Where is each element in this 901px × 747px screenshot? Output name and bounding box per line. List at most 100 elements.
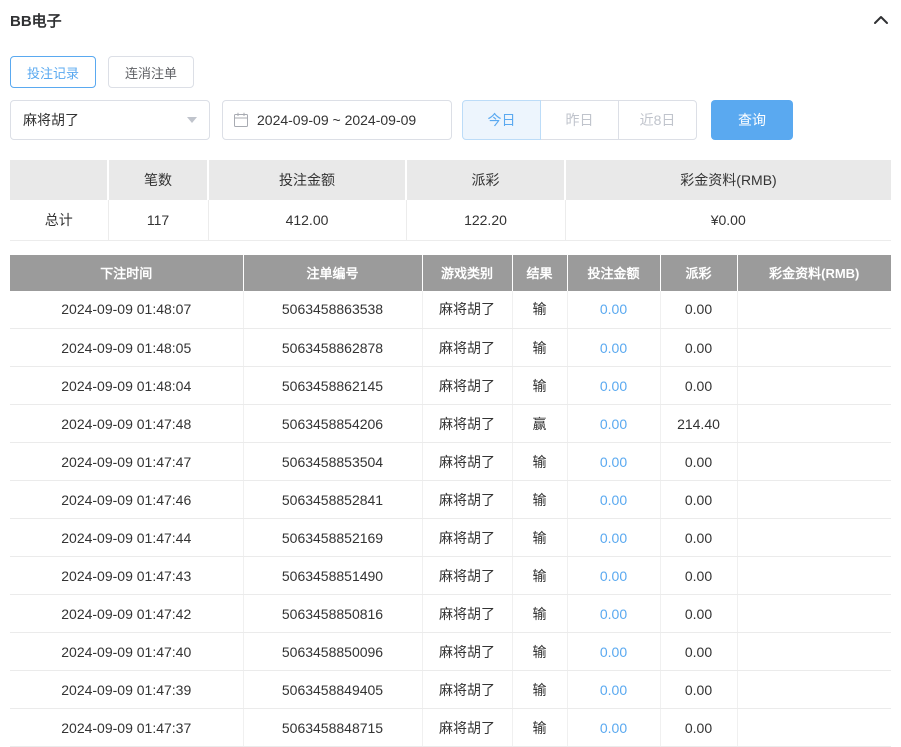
bet-amount-cell: 0.00	[567, 405, 660, 443]
payout-cell: 0.00	[660, 671, 737, 709]
bet-amount-link[interactable]: 0.00	[600, 530, 627, 546]
table-row: 2024-09-09 01:47:46 5063458852841 麻将胡了 输…	[10, 481, 891, 519]
game-type-cell: 麻将胡了	[422, 557, 512, 595]
result-cell: 输	[512, 595, 567, 633]
bet-time-cell: 2024-09-09 01:47:47	[10, 443, 243, 481]
bet-time-cell: 2024-09-09 01:47:43	[10, 557, 243, 595]
order-number-cell: 5063458862145	[243, 367, 422, 405]
game-select-value: 麻将胡了	[23, 110, 79, 130]
bet-amount-cell: 0.00	[567, 481, 660, 519]
result-cell: 输	[512, 443, 567, 481]
tab-chain-cancel-orders[interactable]: 连消注单	[108, 56, 194, 88]
summary-header-count: 笔数	[108, 160, 208, 200]
bet-amount-cell: 0.00	[567, 557, 660, 595]
bet-time-cell: 2024-09-09 01:47:46	[10, 481, 243, 519]
table-row: 2024-09-09 01:48:05 5063458862878 麻将胡了 输…	[10, 329, 891, 367]
bet-time-cell: 2024-09-09 01:47:42	[10, 595, 243, 633]
result-cell: 输	[512, 557, 567, 595]
payout-cell: 0.00	[660, 367, 737, 405]
payout-cell: 0.00	[660, 443, 737, 481]
table-row: 2024-09-09 01:47:42 5063458850816 麻将胡了 输…	[10, 595, 891, 633]
chevron-down-icon	[187, 117, 197, 123]
order-number-cell: 5063458852169	[243, 519, 422, 557]
game-type-cell: 麻将胡了	[422, 481, 512, 519]
summary-total-bonus: ¥0.00	[565, 200, 891, 240]
summary-total-bet-amount: 412.00	[208, 200, 406, 240]
bonus-cell	[737, 443, 891, 481]
bet-amount-cell: 0.00	[567, 709, 660, 747]
bet-time-cell: 2024-09-09 01:47:48	[10, 405, 243, 443]
table-row: 2024-09-09 01:48:07 5063458863538 麻将胡了 输…	[10, 291, 891, 329]
summary-header-row: 笔数 投注金额 派彩 彩金资料(RMB)	[10, 160, 891, 200]
game-type-cell: 麻将胡了	[422, 709, 512, 747]
payout-cell: 0.00	[660, 481, 737, 519]
bet-amount-cell: 0.00	[567, 367, 660, 405]
bet-amount-link[interactable]: 0.00	[600, 606, 627, 622]
result-cell: 输	[512, 633, 567, 671]
bet-amount-link[interactable]: 0.00	[600, 416, 627, 432]
chevron-up-icon	[873, 14, 889, 29]
payout-cell: 0.00	[660, 519, 737, 557]
betting-records-panel: BB电子 投注记录 连消注单 麻将胡了 2024-09-09 ~ 2024-09…	[0, 0, 901, 747]
payout-cell: 0.00	[660, 633, 737, 671]
bet-amount-link[interactable]: 0.00	[600, 454, 627, 470]
tab-bet-records[interactable]: 投注记录	[10, 56, 96, 88]
bonus-cell	[737, 481, 891, 519]
result-cell: 输	[512, 367, 567, 405]
bonus-cell	[737, 671, 891, 709]
bet-amount-link[interactable]: 0.00	[600, 644, 627, 660]
date-range-value: 2024-09-09 ~ 2024-09-09	[257, 112, 416, 128]
bet-amount-link[interactable]: 0.00	[600, 720, 627, 736]
quick-button-today[interactable]: 今日	[462, 100, 541, 140]
summary-header-bet-amount: 投注金额	[208, 160, 406, 200]
records-header-result: 结果	[512, 255, 567, 291]
summary-total-count: 117	[108, 200, 208, 240]
game-type-cell: 麻将胡了	[422, 329, 512, 367]
game-type-cell: 麻将胡了	[422, 291, 512, 329]
summary-header-payout: 派彩	[406, 160, 565, 200]
order-number-cell: 5063458854206	[243, 405, 422, 443]
bet-time-cell: 2024-09-09 01:48:07	[10, 291, 243, 329]
order-number-cell: 5063458850816	[243, 595, 422, 633]
table-row: 2024-09-09 01:47:37 5063458848715 麻将胡了 输…	[10, 709, 891, 747]
records-header-game-type: 游戏类别	[422, 255, 512, 291]
bet-amount-link[interactable]: 0.00	[600, 568, 627, 584]
search-button[interactable]: 查询	[711, 100, 793, 140]
result-cell: 输	[512, 709, 567, 747]
table-row: 2024-09-09 01:47:43 5063458851490 麻将胡了 输…	[10, 557, 891, 595]
order-number-cell: 5063458862878	[243, 329, 422, 367]
records-header-row: 下注时间 注单编号 游戏类别 结果 投注金额 派彩 彩金资料(RMB)	[10, 255, 891, 291]
bet-time-cell: 2024-09-09 01:48:05	[10, 329, 243, 367]
order-number-cell: 5063458852841	[243, 481, 422, 519]
bet-amount-link[interactable]: 0.00	[600, 378, 627, 394]
quick-button-yesterday[interactable]: 昨日	[540, 100, 619, 140]
bet-amount-link[interactable]: 0.00	[600, 301, 627, 317]
bet-amount-link[interactable]: 0.00	[600, 492, 627, 508]
game-type-cell: 麻将胡了	[422, 671, 512, 709]
game-type-cell: 麻将胡了	[422, 443, 512, 481]
quick-date-button-group: 今日 昨日 近8日	[462, 100, 697, 140]
quick-button-last-8-days[interactable]: 近8日	[618, 100, 697, 140]
bet-amount-link[interactable]: 0.00	[600, 340, 627, 356]
summary-total-row: 总计 117 412.00 122.20 ¥0.00	[10, 200, 891, 240]
order-number-cell: 5063458848715	[243, 709, 422, 747]
table-row: 2024-09-09 01:48:04 5063458862145 麻将胡了 输…	[10, 367, 891, 405]
bonus-cell	[737, 519, 891, 557]
table-row: 2024-09-09 01:47:48 5063458854206 麻将胡了 赢…	[10, 405, 891, 443]
bonus-cell	[737, 709, 891, 747]
bet-time-cell: 2024-09-09 01:48:04	[10, 367, 243, 405]
bonus-cell	[737, 595, 891, 633]
game-select[interactable]: 麻将胡了	[10, 100, 210, 140]
payout-cell: 0.00	[660, 291, 737, 329]
page-title: BB电子	[10, 10, 62, 31]
panel-header: BB电子	[10, 8, 891, 32]
date-range-input[interactable]: 2024-09-09 ~ 2024-09-09	[222, 100, 452, 140]
bonus-cell	[737, 329, 891, 367]
bet-amount-link[interactable]: 0.00	[600, 682, 627, 698]
summary-total-label: 总计	[10, 200, 108, 240]
game-type-cell: 麻将胡了	[422, 405, 512, 443]
order-number-cell: 5063458849405	[243, 671, 422, 709]
collapse-button[interactable]	[871, 12, 891, 28]
order-number-cell: 5063458850096	[243, 633, 422, 671]
result-cell: 赢	[512, 405, 567, 443]
